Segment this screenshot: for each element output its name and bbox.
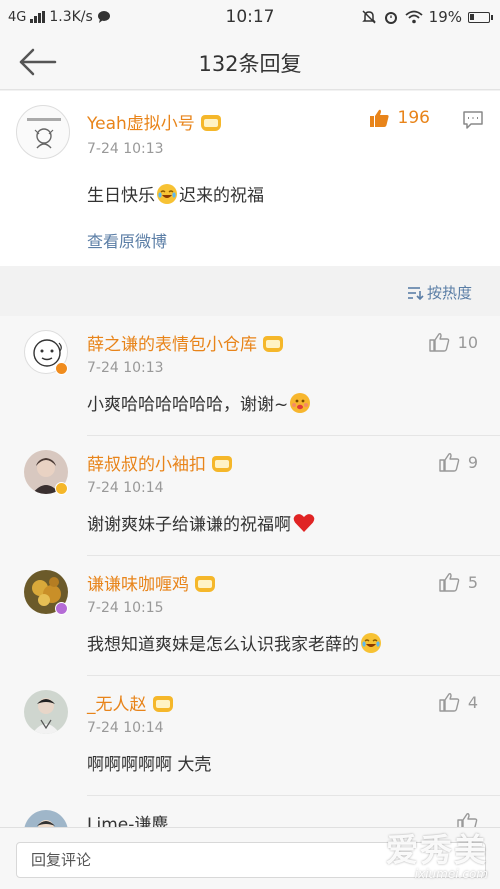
red-heart-icon <box>293 514 315 532</box>
sort-label: 按热度 <box>426 284 472 302</box>
reply-text: 小爽哈哈哈哈哈哈，谢谢~ <box>87 390 312 415</box>
vip-crown-icon <box>263 336 283 352</box>
reply-username[interactable]: 谦谦味咖喱鸡 <box>87 570 215 595</box>
reply-text: 我想知道爽妹是怎么认识我家老薛的 <box>87 630 383 655</box>
sort-row: 按热度 <box>0 266 500 316</box>
reply-text-content: 小爽哈哈哈哈哈哈，谢谢~ <box>87 395 289 415</box>
status-right: 19% <box>361 8 493 26</box>
reply-input-bar: 回复评论 爱秀美 ixiumei.com <box>0 827 500 889</box>
thumbs-up-outline-icon <box>439 453 460 472</box>
reply-timestamp: 7-24 10:14 <box>87 480 164 496</box>
reply-timestamp: 7-24 10:14 <box>87 720 164 736</box>
mute-bell-icon <box>361 10 376 24</box>
vip-crown-icon <box>152 696 173 712</box>
thumbs-up-outline-icon <box>439 693 460 712</box>
main-comment: Yeah虚拟小号 7-24 10:13 196 生日快乐 迟来的祝福 查看原微博 <box>0 91 500 266</box>
vip-crown-icon <box>212 456 232 472</box>
sort-by-hot-button[interactable]: 按热度 <box>406 282 472 303</box>
sketch-avatar-icon <box>27 118 61 149</box>
laughing-tears-icon <box>157 184 177 204</box>
verified-badge-icon <box>55 362 68 375</box>
reply-avatar[interactable] <box>24 810 68 827</box>
vip-crown-icon <box>195 576 215 592</box>
reply-avatar[interactable] <box>24 690 68 734</box>
main-comment-avatar[interactable] <box>16 105 70 159</box>
reply-text-content: 谢谢爽妹子给谦谦的祝福啊 <box>87 515 291 535</box>
comment-text-part: 生日快乐 <box>87 186 155 206</box>
reply-username[interactable]: _无人赵 <box>87 690 173 715</box>
reply-like-button[interactable]: 9 <box>438 452 478 472</box>
battery-percent: 19% <box>428 8 462 26</box>
battery-icon <box>468 11 493 23</box>
reply-item[interactable]: 谦谦味咖喱鸡 7-24 10:15 我想知道爽妹是怎么认识我家老薛的 5 <box>0 556 500 676</box>
reply-like-count: 9 <box>467 452 478 472</box>
view-original-weibo-link[interactable]: 查看原微博 <box>87 228 167 252</box>
verified-badge-icon <box>55 602 68 615</box>
reply-item[interactable]: Lime-谦麋 <box>0 796 500 827</box>
reply-username[interactable]: 薛之谦的表情包小仓库 <box>87 330 283 355</box>
comment-text-part: 迟来的祝福 <box>179 186 264 206</box>
reply-like-button[interactable]: 4 <box>438 692 478 712</box>
main-comment-text: 生日快乐 迟来的祝福 <box>87 181 264 206</box>
person-photo-icon <box>37 820 55 827</box>
thumbs-up-outline-icon <box>439 573 460 592</box>
alarm-icon <box>384 12 397 24</box>
main-comment-username[interactable]: Yeah虚拟小号 <box>87 109 221 134</box>
reply-username[interactable]: Lime-谦麋 <box>87 810 168 827</box>
username-text: _无人赵 <box>87 695 147 715</box>
reply-like-button[interactable]: 10 <box>428 332 478 352</box>
reply-username[interactable]: 薛叔叔的小袖扣 <box>87 450 232 475</box>
page-title: 132条回复 <box>198 52 302 76</box>
wifi-icon <box>405 10 423 24</box>
laughing-tears-icon <box>361 633 381 653</box>
reply-like-count: 10 <box>457 332 478 352</box>
username-text: Yeah虚拟小号 <box>87 114 195 134</box>
reply-timestamp: 7-24 10:15 <box>87 600 164 616</box>
comment-bubble-icon <box>463 111 483 129</box>
username-text: 谦谦味咖喱鸡 <box>87 575 189 595</box>
thumbs-up-outline-icon <box>428 333 449 352</box>
reply-like-count: 4 <box>467 692 478 712</box>
watermark-brand: 爱秀美 <box>385 831 488 869</box>
comment-button[interactable] <box>462 110 484 134</box>
reply-text: 谢谢爽妹子给谦谦的祝福啊 <box>87 510 315 535</box>
username-text: 薛叔叔的小袖扣 <box>87 455 206 475</box>
reply-item[interactable]: _无人赵 7-24 10:14 啊啊啊啊啊 大壳 4 <box>0 676 500 796</box>
username-text: 薛之谦的表情包小仓库 <box>87 335 257 355</box>
reply-item[interactable]: 薛叔叔的小袖扣 7-24 10:14 谢谢爽妹子给谦谦的祝福啊 9 <box>0 436 500 556</box>
reply-like-button[interactable]: 5 <box>438 572 478 592</box>
sort-icon <box>407 286 424 300</box>
reply-like-count: 5 <box>467 572 478 592</box>
reply-item[interactable]: 薛之谦的表情包小仓库 7-24 10:13 小爽哈哈哈哈哈哈，谢谢~ 10 <box>0 316 500 436</box>
site-watermark: 爱秀美 ixiumei.com <box>386 825 488 881</box>
status-bar: 4G 1.3K/s 10:17 19% <box>0 0 500 34</box>
blush-face-icon <box>290 393 311 413</box>
main-comment-timestamp: 7-24 10:13 <box>87 141 164 157</box>
vip-crown-icon <box>200 115 221 131</box>
reply-timestamp: 7-24 10:13 <box>87 360 164 376</box>
nav-bar: 132条回复 <box>0 34 500 90</box>
person-photo-icon <box>32 698 60 734</box>
reply-text: 啊啊啊啊啊 大壳 <box>87 755 212 775</box>
main-comment-like-button[interactable]: 196 <box>368 108 430 128</box>
verified-badge-icon <box>55 482 68 495</box>
thumbs-up-icon <box>369 109 389 127</box>
reply-text-content: 我想知道爽妹是怎么认识我家老薛的 <box>87 635 359 655</box>
main-comment-like-count: 196 <box>397 108 430 128</box>
